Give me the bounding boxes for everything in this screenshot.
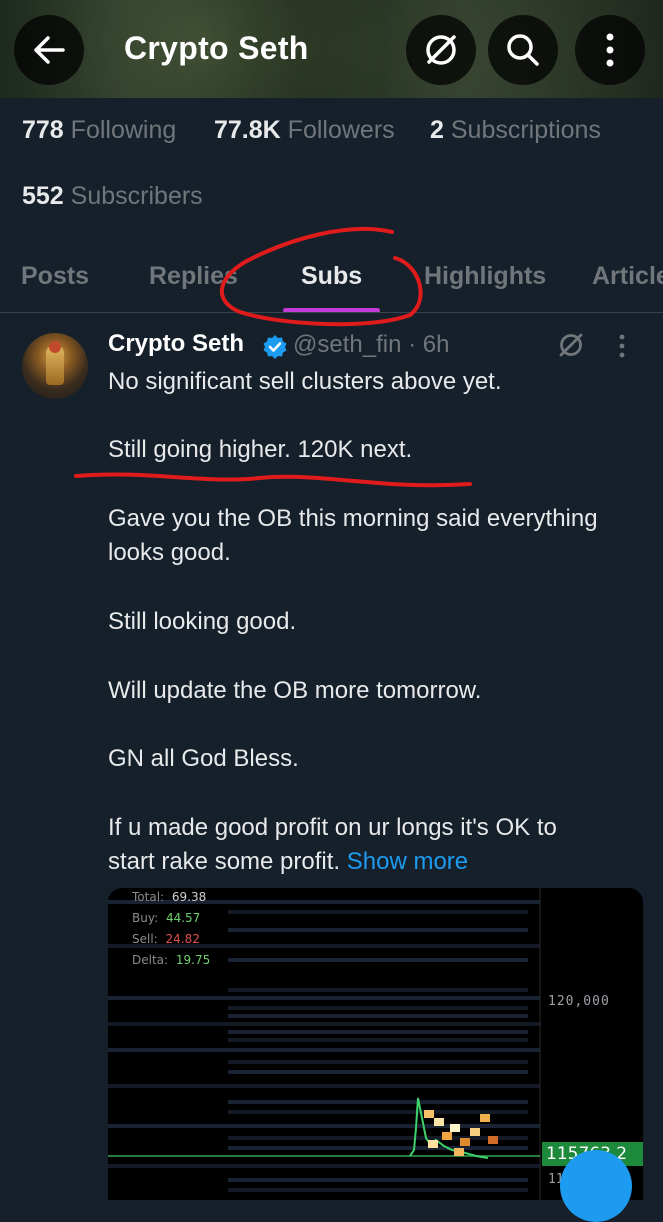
followers-count: 77.8K <box>214 116 281 144</box>
subscribers-label: Subscribers <box>70 182 203 210</box>
heatmap-cluster-cell <box>450 1124 460 1132</box>
post-text-line: Gave you the OB this morning said everyt… <box>108 505 598 532</box>
heatmap-row <box>108 1022 540 1026</box>
delta-label: Delta: <box>132 953 169 967</box>
tab-posts[interactable]: Posts <box>21 262 89 291</box>
header-title: Crypto Seth <box>124 30 309 66</box>
heatmap-row <box>228 928 528 932</box>
post-text-line: Will update the OB more tomorrow. <box>108 677 482 704</box>
post-text-line: Still looking good. <box>108 608 297 635</box>
heatmap-row <box>228 1030 528 1034</box>
tab-highlights[interactable]: Highlights <box>424 262 546 291</box>
legend-sell: Sell: 24.82 <box>128 932 200 946</box>
post-more-icon[interactable] <box>618 334 626 358</box>
heatmap-cluster-cell <box>434 1118 444 1126</box>
heatmap-row <box>228 1006 528 1010</box>
subscriptions-stat[interactable]: 2 Subscriptions <box>430 116 601 145</box>
legend-buy: Buy: 44.57 <box>128 911 200 925</box>
subscriptions-count: 2 <box>430 116 444 144</box>
heatmap-row <box>108 1048 540 1052</box>
heatmap-row <box>228 1136 528 1140</box>
heatmap-row <box>228 1014 528 1018</box>
grok-icon <box>426 35 456 65</box>
sell-label: Sell: <box>132 932 158 946</box>
underline-annotation <box>74 472 472 488</box>
post-text-line: No significant sell clusters above yet. <box>108 368 502 395</box>
sell-value: 24.82 <box>165 932 200 946</box>
heatmap-row <box>228 1038 528 1042</box>
back-arrow-icon <box>34 36 65 64</box>
heatmap-row <box>228 910 528 914</box>
tab-subs[interactable]: Subs <box>301 262 362 291</box>
heatmap-row <box>108 1124 540 1128</box>
post-text-line: start rake some profit. Show more <box>108 848 468 876</box>
heatmap-row <box>108 996 540 1000</box>
avatar[interactable] <box>22 333 88 399</box>
heatmap-cluster-cell <box>460 1138 470 1146</box>
post-text-last: start rake some profit. <box>108 848 341 875</box>
subscriptions-label: Subscriptions <box>450 116 601 144</box>
heatmap-cluster-cell <box>488 1136 498 1144</box>
buy-label: Buy: <box>132 911 159 925</box>
delta-value: 19.75 <box>175 953 211 967</box>
heatmap-row <box>228 988 528 992</box>
heatmap-row <box>228 1110 528 1114</box>
followers-stat[interactable]: 77.8K Followers <box>214 116 395 145</box>
heatmap-cluster-cell <box>442 1132 452 1140</box>
tab-replies[interactable]: Replies <box>149 262 238 291</box>
post-media-chart[interactable]: Total: 69.38 Buy: 44.57 Sell: 24.82 Delt… <box>108 888 643 1200</box>
heatmap-row <box>228 1178 528 1182</box>
more-vertical-icon <box>606 33 614 67</box>
profile-header <box>0 0 663 98</box>
following-label: Following <box>70 116 177 144</box>
followers-label: Followers <box>287 116 395 144</box>
compose-button[interactable] <box>560 1150 632 1222</box>
search-icon <box>507 34 539 66</box>
post-text-line: If u made good profit on ur longs it's O… <box>108 814 557 841</box>
post-text-line: Still going higher. 120K next. <box>108 436 413 463</box>
heatmap-cluster-cell <box>424 1110 434 1118</box>
tab-articles[interactable]: Articles <box>592 262 663 291</box>
price-level-label: 120,000 <box>548 994 610 1009</box>
post-text-line: GN all God Bless. <box>108 745 299 772</box>
heatmap-row <box>228 1060 528 1064</box>
search-button[interactable] <box>488 15 558 85</box>
subscribers-count: 552 <box>22 182 64 210</box>
buy-value: 44.57 <box>165 911 201 925</box>
heatmap-row <box>228 1070 528 1074</box>
tabs-divider <box>0 312 663 313</box>
heatmap-row <box>228 958 528 962</box>
following-count: 778 <box>22 116 64 144</box>
grok-button[interactable] <box>406 15 476 85</box>
verified-badge-icon <box>263 335 287 359</box>
heatmap-row <box>108 1084 540 1088</box>
total-value: 69.38 <box>171 890 207 904</box>
heatmap-row <box>228 1100 528 1104</box>
heatmap-cluster-cell <box>454 1148 464 1156</box>
more-options-button[interactable] <box>575 15 645 85</box>
legend-total: Total: 69.38 <box>128 890 206 904</box>
avatar-head <box>49 341 61 353</box>
heatmap-row <box>108 1164 540 1168</box>
grok-icon[interactable] <box>556 330 586 360</box>
post-handle-time[interactable]: @seth_fin · 6h <box>293 331 449 359</box>
heatmap-cluster-cell <box>470 1128 480 1136</box>
subscribers-stat[interactable]: 552 Subscribers <box>22 182 203 211</box>
post-author-name[interactable]: Crypto Seth <box>108 330 244 358</box>
heatmap-cluster-cell <box>480 1114 490 1122</box>
legend-delta: Delta: 19.75 <box>128 953 210 967</box>
profile-tabs: Posts Replies Subs Highlights Articles <box>0 252 663 313</box>
heatmap-cluster-cell <box>428 1140 438 1148</box>
show-more-link[interactable]: Show more <box>347 848 468 875</box>
following-stat[interactable]: 778 Following <box>22 116 176 145</box>
heatmap-row <box>228 1146 528 1150</box>
total-label: Total: <box>132 890 165 904</box>
back-button[interactable] <box>14 15 84 85</box>
post-text-line: looks good. <box>108 539 231 566</box>
heatmap-row <box>228 1188 528 1192</box>
